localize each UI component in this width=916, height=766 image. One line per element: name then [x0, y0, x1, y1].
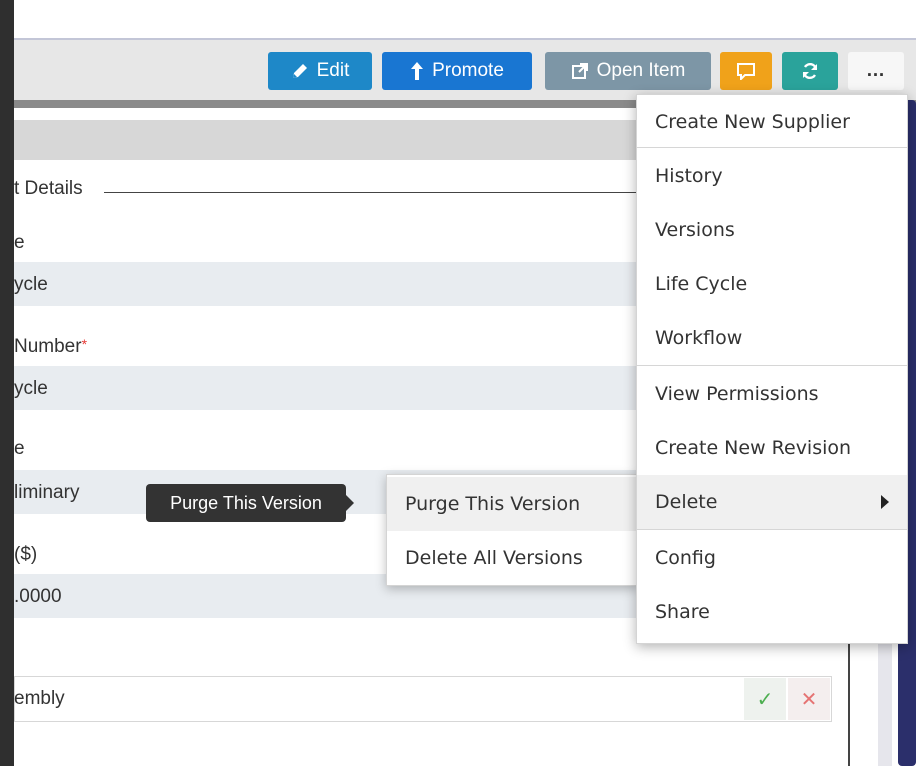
- field-label: ($): [14, 544, 38, 565]
- menu-item-life-cycle[interactable]: Life Cycle: [637, 257, 907, 311]
- section-header: [14, 120, 654, 160]
- menu-item-workflow[interactable]: Workflow: [637, 311, 907, 365]
- menu-item-share[interactable]: Share: [637, 585, 907, 639]
- text-field[interactable]: [14, 262, 636, 306]
- menu-item-delete-label: Delete: [655, 491, 718, 513]
- text-field[interactable]: [14, 366, 636, 410]
- refresh-button[interactable]: [782, 52, 838, 90]
- tooltip-arrow: [346, 495, 354, 511]
- menu-item-purge-this-version[interactable]: Purge This Version: [387, 477, 637, 531]
- field-value: ycle: [14, 378, 48, 399]
- field-label-text: Number: [14, 336, 82, 357]
- field-value: liminary: [14, 482, 80, 503]
- field-label: e: [14, 438, 25, 459]
- field-value: .0000: [14, 586, 62, 607]
- refresh-icon: [800, 61, 820, 81]
- menu-divider: [637, 529, 907, 530]
- more-actions-menu: Create New Supplier History Versions Lif…: [636, 94, 908, 644]
- menu-item-history[interactable]: History: [637, 149, 907, 203]
- menu-item-config[interactable]: Config: [637, 531, 907, 585]
- confirm-icon[interactable]: ✓: [744, 678, 786, 720]
- inline-edit-value: embly: [14, 688, 65, 709]
- more-button[interactable]: …: [848, 52, 904, 90]
- field-label-number: Number*: [14, 336, 87, 358]
- required-marker: *: [81, 336, 88, 352]
- open-item-button-label: Open Item: [596, 60, 686, 81]
- legend-divider: [104, 192, 644, 193]
- edit-button[interactable]: Edit: [268, 52, 372, 90]
- section-legend: t Details: [14, 178, 83, 199]
- promote-button[interactable]: Promote: [382, 52, 532, 90]
- edit-button-label: Edit: [316, 60, 350, 81]
- comment-button[interactable]: [720, 52, 772, 90]
- external-link-icon: [571, 62, 589, 80]
- top-strip: [14, 0, 916, 38]
- cancel-icon[interactable]: ✕: [788, 678, 830, 720]
- field-value: ycle: [14, 274, 48, 295]
- window-edge: [0, 0, 14, 766]
- field-label: e: [14, 232, 25, 253]
- pencil-icon: [291, 62, 309, 80]
- menu-divider: [637, 365, 907, 366]
- tooltip: Purge This Version: [146, 484, 346, 522]
- inline-edit-input[interactable]: [14, 676, 832, 722]
- menu-item-versions[interactable]: Versions: [637, 203, 907, 257]
- arrow-up-icon: [410, 61, 424, 81]
- menu-item-delete[interactable]: Delete: [637, 475, 907, 529]
- menu-item-delete-all-versions[interactable]: Delete All Versions: [387, 531, 637, 585]
- more-button-label: …: [866, 60, 886, 81]
- menu-divider: [637, 147, 907, 148]
- open-item-button[interactable]: Open Item: [545, 52, 711, 90]
- menu-item-view-permissions[interactable]: View Permissions: [637, 367, 907, 421]
- menu-item-create-new-revision[interactable]: Create New Revision: [637, 421, 907, 475]
- menu-item-create-new-supplier[interactable]: Create New Supplier: [637, 95, 907, 149]
- comment-icon: [736, 62, 756, 80]
- promote-button-label: Promote: [432, 60, 504, 81]
- delete-submenu: Purge This Version Delete All Versions: [386, 474, 638, 586]
- chevron-right-icon: [881, 495, 889, 509]
